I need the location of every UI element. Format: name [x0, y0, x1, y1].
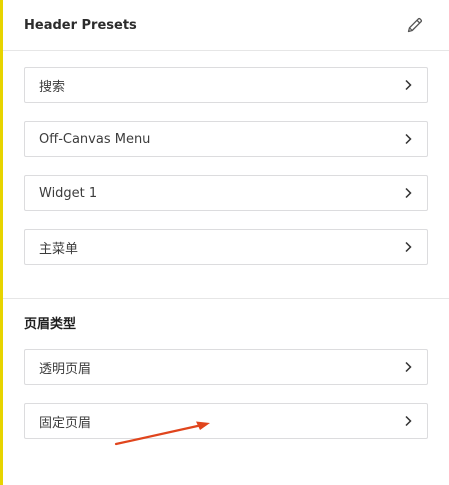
header-divider — [3, 50, 449, 51]
type-item-label: 固定页眉 — [39, 415, 92, 431]
chevron-right-icon — [405, 415, 412, 427]
chevron-right-icon — [405, 187, 412, 199]
preset-item-widget-1[interactable]: Widget 1 — [24, 175, 428, 211]
pencil-icon[interactable] — [405, 15, 425, 35]
preset-item-off-canvas-menu[interactable]: Off-Canvas Menu — [24, 121, 428, 157]
type-item-transparent-header[interactable]: 透明页眉 — [24, 349, 428, 385]
chevron-right-icon — [405, 241, 412, 253]
preset-item-label: Widget 1 — [39, 185, 98, 201]
chevron-right-icon — [405, 79, 412, 91]
header-types-title: 页眉类型 — [24, 317, 77, 332]
preset-item-search[interactable]: 搜索 — [24, 67, 428, 103]
preset-item-label: 主菜单 — [39, 241, 79, 257]
type-item-label: 透明页眉 — [39, 361, 92, 377]
preset-item-label: 搜索 — [39, 79, 66, 95]
type-item-sticky-header[interactable]: 固定页眉 — [24, 403, 428, 439]
section-divider — [3, 298, 449, 299]
chevron-right-icon — [405, 133, 412, 145]
preset-item-label: Off-Canvas Menu — [39, 131, 151, 147]
section-header: Header Presets — [24, 0, 449, 50]
section-title: Header Presets — [24, 17, 137, 33]
preset-item-main-menu[interactable]: 主菜单 — [24, 229, 428, 265]
chevron-right-icon — [405, 361, 412, 373]
